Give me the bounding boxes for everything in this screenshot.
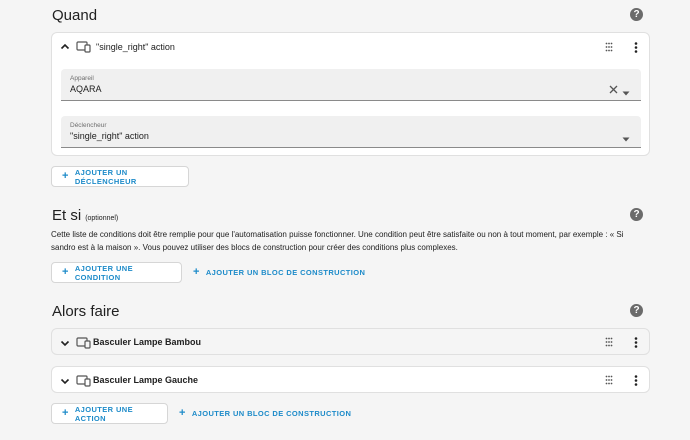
plus-icon: + bbox=[193, 266, 200, 278]
action-title: Basculer Lampe Gauche bbox=[93, 375, 199, 385]
expand-chevron-icon[interactable] bbox=[58, 336, 72, 350]
add-action-label: AJOUTER UNE ACTION bbox=[74, 404, 133, 423]
kebab-menu-icon[interactable] bbox=[630, 374, 642, 386]
device-icon bbox=[76, 374, 92, 387]
trigger-field-label: Déclencheur bbox=[70, 122, 107, 129]
add-trigger-button[interactable]: + AJOUTER UN DÉCLENCHEUR bbox=[51, 166, 189, 187]
add-condition-button[interactable]: + AJOUTER UNE CONDITION bbox=[51, 262, 182, 283]
plus-icon: + bbox=[62, 170, 69, 182]
device-icon bbox=[76, 336, 92, 349]
device-icon bbox=[76, 40, 92, 53]
add-condition-block-label: AJOUTER UN BLOC DE CONSTRUCTION bbox=[205, 268, 366, 277]
trigger-card: "single_right" action Appareil AQARA Déc… bbox=[51, 32, 650, 156]
expand-chevron-icon[interactable] bbox=[58, 374, 72, 388]
trigger-field[interactable]: Déclencheur "single_right" action bbox=[61, 116, 641, 148]
device-field[interactable]: Appareil AQARA bbox=[61, 69, 641, 101]
add-action-block-label: AJOUTER UN BLOC DE CONSTRUCTION bbox=[191, 409, 352, 418]
if-section-title: Et si bbox=[52, 207, 82, 224]
trigger-title: "single_right" action bbox=[96, 42, 175, 52]
add-action-button[interactable]: + AJOUTER UNE ACTION bbox=[51, 403, 168, 424]
add-action-block-button[interactable]: + AJOUTER UN BLOC DE CONSTRUCTION bbox=[168, 403, 362, 424]
clear-x-icon[interactable] bbox=[609, 81, 618, 94]
action-title: Basculer Lampe Bambou bbox=[93, 337, 202, 347]
add-trigger-label: AJOUTER UN DÉCLENCHEUR bbox=[74, 167, 137, 186]
if-description: Cette liste de conditions doit être remp… bbox=[51, 230, 624, 252]
action-row[interactable]: Basculer Lampe Bambou bbox=[51, 328, 650, 355]
trigger-field-value: "single_right" action bbox=[70, 131, 149, 141]
kebab-menu-icon[interactable] bbox=[630, 336, 642, 348]
dropdown-arrow-icon[interactable] bbox=[622, 129, 630, 142]
collapse-chevron-icon[interactable] bbox=[58, 40, 72, 54]
drag-grip-icon[interactable] bbox=[603, 41, 615, 53]
drag-grip-icon[interactable] bbox=[603, 336, 615, 348]
plus-icon: + bbox=[179, 407, 186, 419]
kebab-menu-icon[interactable] bbox=[630, 41, 642, 53]
plus-icon: + bbox=[62, 407, 69, 419]
then-section-title: Alors faire bbox=[52, 303, 120, 320]
drag-grip-icon[interactable] bbox=[603, 374, 615, 386]
if-section-heading: Et si (optionnel) bbox=[52, 207, 118, 224]
then-help-icon[interactable]: ? bbox=[630, 304, 643, 317]
add-condition-label: AJOUTER UNE CONDITION bbox=[74, 263, 133, 282]
device-field-label: Appareil bbox=[70, 75, 94, 82]
add-condition-block-button[interactable]: + AJOUTER UN BLOC DE CONSTRUCTION bbox=[182, 262, 376, 283]
device-field-value: AQARA bbox=[70, 84, 102, 94]
if-help-icon[interactable]: ? bbox=[630, 208, 643, 221]
plus-icon: + bbox=[62, 266, 69, 278]
when-section-title: Quand bbox=[52, 7, 98, 24]
when-help-icon[interactable]: ? bbox=[630, 8, 643, 21]
trigger-card-header[interactable]: "single_right" action bbox=[52, 33, 649, 60]
dropdown-arrow-icon[interactable] bbox=[622, 83, 630, 96]
if-section-subtitle: (optionnel) bbox=[85, 215, 119, 222]
action-row[interactable]: Basculer Lampe Gauche bbox=[51, 366, 650, 393]
